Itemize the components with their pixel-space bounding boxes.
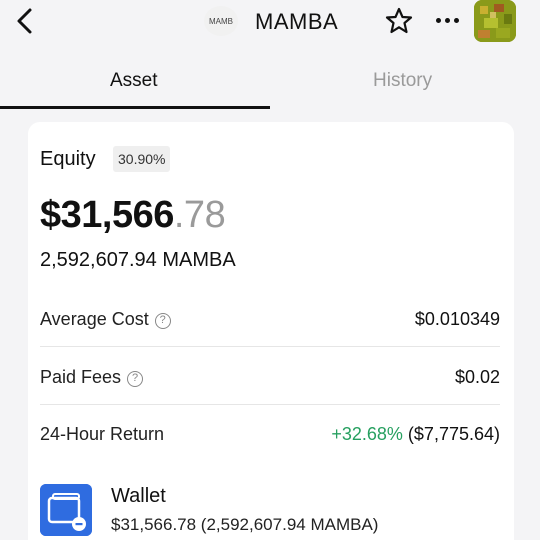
- more-options-button[interactable]: [432, 8, 462, 32]
- more-dot-icon: [453, 17, 459, 23]
- equity-label: Equity: [40, 148, 96, 170]
- average-cost-label: Average Cost: [40, 309, 149, 329]
- token-name: MAMBA: [255, 9, 339, 34]
- paid-fees-row: Paid Fees? $0.02: [40, 367, 500, 425]
- token-logo-text: MAMB: [209, 16, 233, 26]
- wallet-glyph-icon: [40, 484, 92, 536]
- wallet-title: Wallet: [111, 485, 166, 507]
- help-icon[interactable]: ?: [154, 313, 171, 329]
- token-amount: 2,592,607.94 MAMBA: [40, 249, 236, 271]
- back-button[interactable]: [12, 6, 40, 36]
- chevron-left-icon: [17, 8, 32, 34]
- favorite-button[interactable]: [384, 6, 414, 36]
- tab-history[interactable]: History: [373, 70, 432, 92]
- balance-main: $31,566: [40, 194, 174, 236]
- more-dot-icon: [444, 17, 450, 23]
- more-dot-icon: [435, 17, 441, 23]
- help-icon[interactable]: ?: [127, 371, 144, 387]
- return-24h-row: 24-Hour Return +32.68% ($7,775.64): [40, 424, 500, 482]
- return-24h-value: +32.68% ($7,775.64): [331, 424, 500, 445]
- return-24h-label: 24-Hour Return: [40, 424, 165, 444]
- equity-percent-badge: 30.90%: [113, 146, 171, 172]
- equity-balance: $31,566.78: [40, 194, 226, 237]
- avatar-image: [474, 0, 516, 42]
- average-cost-row: Average Cost? $0.010349: [40, 309, 500, 367]
- wallet-value: $31,566.78 (2,592,607.94 MAMBA): [111, 515, 379, 534]
- average-cost-label-wrap: Average Cost?: [40, 309, 171, 330]
- balance-cents: .78: [173, 194, 226, 236]
- token-logo: MAMB: [204, 6, 238, 36]
- paid-fees-label-wrap: Paid Fees?: [40, 367, 144, 388]
- return-24h-change: +32.68%: [331, 424, 403, 444]
- return-24h-amount: ($7,775.64): [407, 424, 500, 444]
- wallet-icon: [40, 484, 92, 536]
- divider: [40, 404, 500, 405]
- active-tab-indicator: [0, 106, 270, 109]
- avatar[interactable]: [474, 0, 516, 42]
- divider: [40, 346, 500, 347]
- average-cost-value: $0.010349: [414, 309, 500, 329]
- star-icon: [385, 7, 413, 34]
- tab-asset[interactable]: Asset: [110, 70, 158, 92]
- paid-fees-label: Paid Fees: [40, 367, 122, 387]
- paid-fees-value: $0.02: [454, 367, 500, 387]
- tab-bar: Asset History: [0, 58, 540, 110]
- top-bar: MAMB MAMBA: [0, 0, 540, 44]
